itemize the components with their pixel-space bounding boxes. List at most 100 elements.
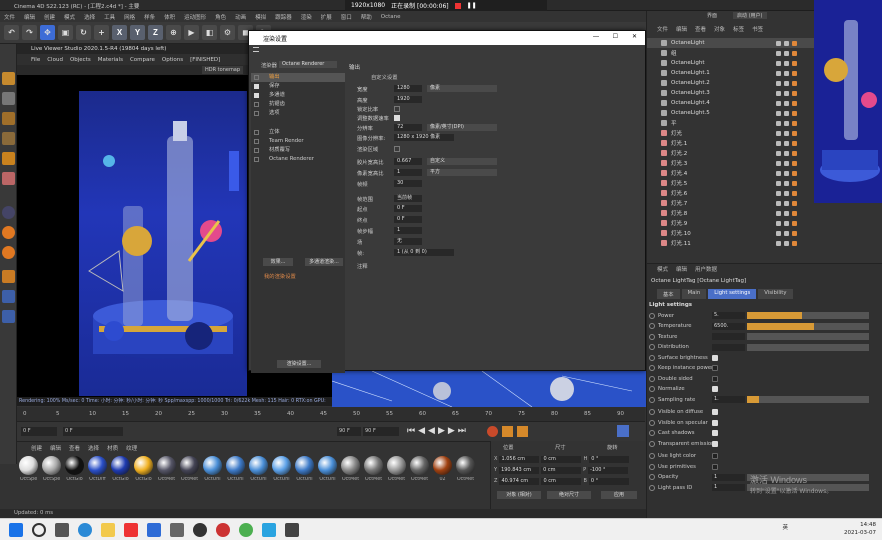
auto-key-icon[interactable] bbox=[517, 426, 528, 437]
tag-icon[interactable] bbox=[792, 160, 797, 166]
tag-icon[interactable] bbox=[792, 110, 797, 116]
menu-item[interactable]: 选择 bbox=[84, 13, 95, 21]
settings-list-item[interactable]: 抗锯齿 bbox=[251, 100, 345, 109]
render-setting-button[interactable]: 渲染设置... bbox=[277, 360, 321, 368]
object-row[interactable]: 平 bbox=[647, 118, 817, 128]
attribute-checkbox[interactable] bbox=[712, 430, 718, 436]
axis-z-button[interactable]: Z bbox=[148, 25, 163, 40]
tag-icon[interactable] bbox=[792, 50, 797, 56]
tag-icon[interactable] bbox=[792, 180, 797, 186]
axis-x-button[interactable]: X bbox=[112, 25, 127, 40]
animate-dot[interactable] bbox=[649, 323, 655, 329]
settings-list-item[interactable]: Octane Renderer bbox=[251, 155, 345, 164]
visibility-flag[interactable] bbox=[776, 60, 781, 66]
material-swatch[interactable] bbox=[433, 456, 452, 475]
render-flag[interactable] bbox=[784, 170, 789, 176]
menu-item[interactable]: 渲染 bbox=[301, 13, 312, 21]
attribute-checkbox[interactable] bbox=[712, 419, 718, 426]
menu-item[interactable]: 窗口 bbox=[341, 13, 352, 21]
tag-icon[interactable] bbox=[792, 130, 797, 136]
position-field[interactable]: 40.974 cm bbox=[499, 477, 540, 485]
setting-unit-select[interactable]: 像素 bbox=[427, 85, 497, 92]
menu-item[interactable]: 体积 bbox=[164, 13, 175, 21]
edge-icon[interactable] bbox=[78, 522, 92, 537]
scale-icon[interactable]: ▣ bbox=[58, 25, 73, 40]
visibility-flag[interactable] bbox=[776, 40, 781, 46]
effect-button[interactable]: 效果... bbox=[263, 258, 293, 266]
menu-item[interactable]: 文件 bbox=[4, 13, 15, 21]
menu-item[interactable]: 网格 bbox=[124, 13, 135, 21]
settings-checkbox[interactable] bbox=[254, 130, 259, 135]
start-frame-field[interactable]: 0 F bbox=[63, 427, 123, 436]
material-menu-item[interactable]: 纹理 bbox=[126, 444, 137, 452]
material-menu-item[interactable]: 创建 bbox=[31, 444, 42, 452]
material-menu-item[interactable]: 选择 bbox=[88, 444, 99, 452]
chrome-icon[interactable] bbox=[239, 522, 253, 537]
render-flag[interactable] bbox=[784, 150, 789, 156]
visibility-flag[interactable] bbox=[776, 140, 781, 146]
object-row[interactable]: 灯光.1 bbox=[647, 138, 817, 148]
setting-value[interactable]: 30 bbox=[394, 180, 422, 187]
object-row[interactable]: 灯光.4 bbox=[647, 168, 817, 178]
material-swatch[interactable] bbox=[88, 456, 107, 475]
size-field[interactable]: 0 cm bbox=[541, 477, 582, 485]
animate-dot[interactable] bbox=[649, 463, 655, 470]
settings-list-item[interactable]: 输出 bbox=[251, 73, 345, 82]
material-swatch[interactable] bbox=[134, 456, 153, 475]
material-swatch[interactable] bbox=[249, 456, 268, 475]
octane-icon[interactable] bbox=[2, 226, 15, 239]
axis-y-button[interactable]: Y bbox=[130, 25, 145, 40]
settings-checkbox[interactable] bbox=[254, 111, 259, 116]
tag-icon[interactable] bbox=[792, 220, 797, 226]
object-row[interactable]: OctaneLight.2 bbox=[647, 78, 817, 88]
rotation-field[interactable]: -100 ° bbox=[588, 466, 629, 474]
tag-icon[interactable] bbox=[792, 230, 797, 236]
animate-dot[interactable] bbox=[649, 409, 655, 415]
settings-list-item[interactable]: 选项 bbox=[251, 109, 345, 118]
animate-dot[interactable] bbox=[649, 333, 655, 340]
object-row[interactable]: 组 bbox=[647, 48, 817, 58]
animate-dot[interactable] bbox=[649, 440, 655, 447]
tag-icon[interactable] bbox=[792, 40, 797, 46]
setting-unit-select[interactable]: 自定义 bbox=[427, 158, 497, 165]
object-row[interactable]: OctaneLight.4 bbox=[647, 98, 817, 108]
animate-dot[interactable] bbox=[649, 474, 655, 480]
attribute-tab[interactable]: 基本 bbox=[657, 289, 680, 299]
visibility-flag[interactable] bbox=[776, 240, 781, 246]
render-flag[interactable] bbox=[784, 120, 789, 126]
attribute-value[interactable]: 1 bbox=[712, 484, 745, 491]
object-row[interactable]: OctaneLight.3 bbox=[647, 88, 817, 98]
settings-list-item[interactable]: 立体 bbox=[251, 128, 345, 137]
settings-checkbox[interactable] bbox=[254, 84, 259, 89]
end-frame-field[interactable]: 90 F bbox=[337, 427, 361, 436]
clock-time[interactable]: 14:48 bbox=[844, 521, 876, 529]
object-row[interactable]: 灯光.8 bbox=[647, 208, 817, 218]
menu-item[interactable]: 工具 bbox=[104, 13, 115, 21]
settings-checkbox[interactable] bbox=[254, 157, 259, 162]
settings-list-item[interactable]: 保存 bbox=[251, 82, 345, 91]
render-flag[interactable] bbox=[784, 220, 789, 226]
hamburger-icon[interactable] bbox=[253, 47, 259, 52]
renderer-select[interactable]: Octane Renderer bbox=[279, 61, 337, 68]
object-row[interactable]: OctaneLight.1 bbox=[647, 68, 817, 78]
task-view-icon[interactable] bbox=[55, 522, 69, 537]
viewer-menu-item[interactable]: Options bbox=[162, 57, 183, 63]
visibility-flag[interactable] bbox=[776, 200, 781, 206]
material-menu-item[interactable]: 材质 bbox=[107, 444, 118, 452]
app-icon-4[interactable] bbox=[285, 522, 299, 537]
viewer-menu-item[interactable]: Objects bbox=[70, 57, 91, 63]
attribute-tab[interactable]: Main bbox=[681, 289, 707, 299]
visibility-flag[interactable] bbox=[776, 120, 781, 126]
redo-icon[interactable]: ↷ bbox=[22, 25, 37, 40]
material-swatch[interactable] bbox=[157, 456, 176, 475]
position-field[interactable]: 190.843 cm bbox=[499, 466, 540, 474]
tag-icon[interactable] bbox=[792, 170, 797, 176]
render-flag[interactable] bbox=[784, 50, 789, 56]
setting-value[interactable]: 0 F bbox=[394, 205, 422, 212]
animate-dot[interactable] bbox=[649, 312, 655, 319]
visibility-flag[interactable] bbox=[776, 230, 781, 236]
attribute-checkbox[interactable] bbox=[712, 365, 718, 371]
custom-preset[interactable]: 自定义设置 bbox=[371, 73, 398, 81]
layout-select[interactable]: 启动 (用户) bbox=[733, 12, 767, 19]
setting-checkbox[interactable] bbox=[394, 115, 400, 121]
